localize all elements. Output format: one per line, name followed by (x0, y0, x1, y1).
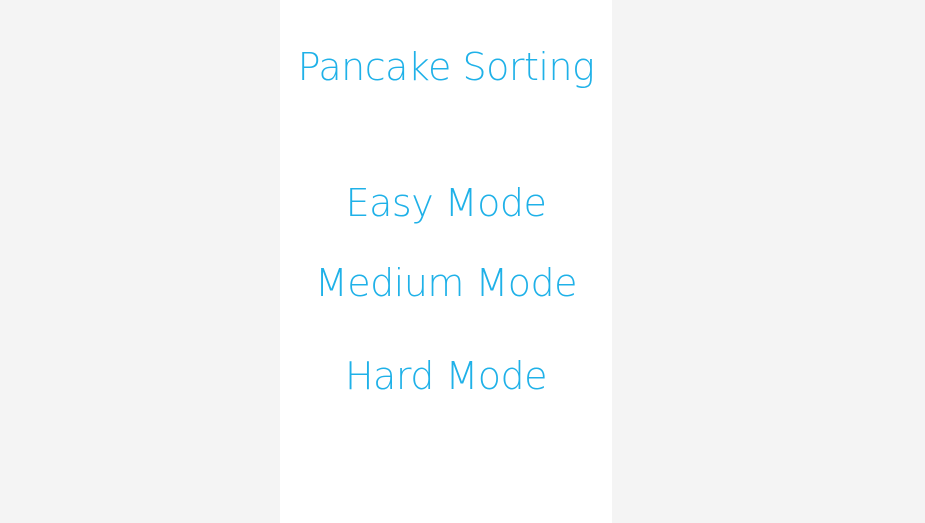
menu-panel: Pancake Sorting Easy Mode Medium Mode Ha… (280, 0, 612, 523)
page-background: Pancake Sorting Easy Mode Medium Mode Ha… (0, 0, 925, 523)
easy-mode-button[interactable]: Easy Mode (280, 176, 612, 230)
medium-mode-button[interactable]: Medium Mode (280, 256, 612, 310)
game-title: Pancake Sorting (297, 45, 595, 89)
hard-mode-button[interactable]: Hard Mode (280, 349, 612, 403)
